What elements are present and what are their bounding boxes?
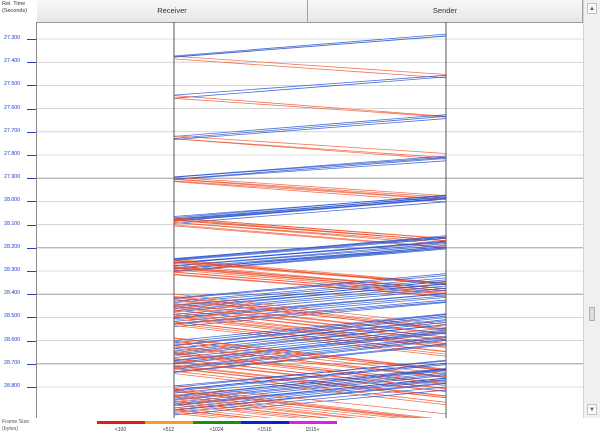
column-header-sender[interactable]: Sender xyxy=(308,0,583,22)
flow-line-blue xyxy=(173,33,447,57)
flow-line-blue xyxy=(173,118,447,141)
flow-line-red xyxy=(173,180,447,200)
flow-line-blue xyxy=(173,114,447,137)
legend-label-lt1515: <1515 xyxy=(257,427,272,433)
time-tick-label: 27.300 xyxy=(4,35,21,41)
flow-line-red xyxy=(173,58,447,79)
time-tick-mark xyxy=(27,201,36,203)
flow-line-blue xyxy=(173,115,447,139)
time-tick-mark xyxy=(27,387,36,388)
time-tick-label: 28.400 xyxy=(4,290,21,297)
flow-line-red xyxy=(173,176,447,196)
column-header-bar: Receiver Sender xyxy=(37,0,583,23)
flow-line-blue xyxy=(173,155,447,178)
time-tick-label: 28.300 xyxy=(4,267,21,273)
column-header-receiver[interactable]: Receiver xyxy=(37,0,308,22)
legend-title-line1: Frame Size xyxy=(2,419,30,425)
scroll-down-icon[interactable]: ▼ xyxy=(587,404,597,415)
scroll-up-icon[interactable]: ▲ xyxy=(587,3,597,14)
time-tick-label: 27.700 xyxy=(4,127,21,134)
flow-line-red xyxy=(173,178,447,200)
time-tick-mark xyxy=(27,340,36,342)
time-tick-label: 27.400 xyxy=(4,58,21,65)
legend-band-lt100 xyxy=(97,421,145,424)
time-tick-mark xyxy=(27,85,36,87)
time-tick-label: 27.800 xyxy=(4,151,21,157)
axis-title-line2: (Seconds) xyxy=(2,7,28,14)
flow-line-blue xyxy=(173,194,447,219)
time-tick-label: 28.200 xyxy=(4,243,21,250)
flow-line-red xyxy=(173,135,447,154)
flow-line-blue xyxy=(173,287,447,313)
time-tick-label: 28.700 xyxy=(4,359,21,366)
time-tick-mark xyxy=(27,294,36,296)
time-tick-mark xyxy=(27,131,36,133)
time-tick-mark xyxy=(27,271,36,272)
legend-band-lt512 xyxy=(145,421,193,424)
flow-plot[interactable] xyxy=(37,22,583,418)
flow-line-blue xyxy=(173,198,447,222)
scrollbar-thumb[interactable] xyxy=(589,307,595,321)
legend-band-1515plus xyxy=(289,421,337,424)
flow-line-red xyxy=(173,55,447,75)
flow-line-blue xyxy=(173,196,447,221)
flow-line-blue xyxy=(173,375,447,403)
legend-band-lt1515 xyxy=(241,421,289,424)
legend-label-1515plus: 1515+ xyxy=(305,427,320,433)
time-tick-label: 28.100 xyxy=(4,220,21,227)
frame-size-legend: Frame Size (bytes) <100 <512 <1024 <1515… xyxy=(0,418,583,434)
flow-line-blue xyxy=(173,201,447,224)
flow-line-red xyxy=(173,261,447,284)
time-tick-mark xyxy=(27,247,36,249)
time-axis-header: Rel. Time (Seconds) xyxy=(0,0,37,22)
time-tick-label: 28.500 xyxy=(4,313,21,320)
time-tick-mark xyxy=(27,317,36,319)
time-tick-mark xyxy=(27,62,36,64)
time-tick-mark xyxy=(27,224,36,226)
flow-line-red xyxy=(173,271,447,294)
flow-line-blue xyxy=(173,157,447,180)
flow-line-blue xyxy=(173,156,447,178)
time-tick-label: 28.800 xyxy=(4,383,21,389)
flow-line-red xyxy=(173,178,447,198)
legend-band-lt1024 xyxy=(193,421,241,424)
vertical-scrollbar[interactable]: ▲ ▼ xyxy=(583,0,600,418)
time-tick-mark xyxy=(27,178,36,180)
time-tick-mark xyxy=(27,155,36,156)
time-tick-label: 28.000 xyxy=(4,197,21,204)
legend-title: Frame Size (bytes) xyxy=(2,419,29,432)
time-tick-mark xyxy=(27,363,36,365)
time-tick-label: 27.500 xyxy=(4,81,21,88)
legend-title-line2: (bytes) xyxy=(2,425,19,432)
legend-label-lt100: <100 xyxy=(114,427,127,433)
flow-line-red xyxy=(173,95,447,117)
time-tick-label: 28.600 xyxy=(4,336,21,343)
flow-line-blue xyxy=(173,76,447,99)
time-tick-label: 27.600 xyxy=(4,104,21,111)
time-tick-mark xyxy=(27,39,36,40)
time-tick-label: 27.900 xyxy=(4,174,21,181)
flow-line-red xyxy=(173,220,447,242)
legend-label-lt512: <512 xyxy=(162,427,175,433)
flow-line-red xyxy=(173,97,447,118)
time-axis: 27.300 27.400 27.500 27.600 27.700 27.800 27.9… xyxy=(0,22,37,418)
legend-label-lt1024: <1024 xyxy=(209,427,224,433)
time-tick-mark xyxy=(27,108,36,110)
flow-line-blue xyxy=(173,160,447,180)
flow-graph-window: Rel. Time (Seconds) Receiver Sender 27.3… xyxy=(0,0,600,434)
